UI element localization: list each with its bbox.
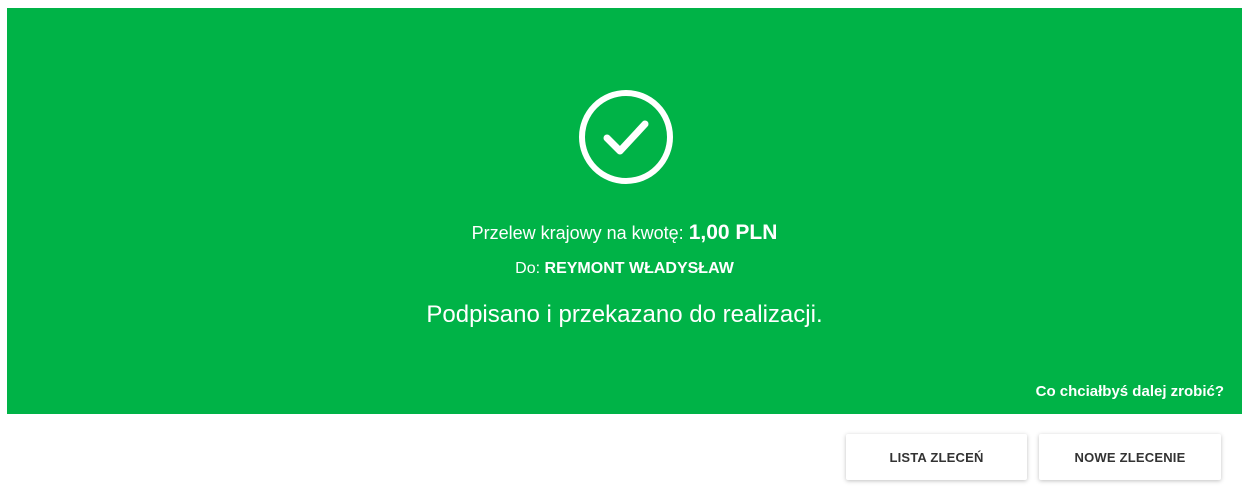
new-order-button[interactable]: NOWE ZLECENIE [1039, 434, 1221, 480]
transfer-type-label: Przelew krajowy na kwotę: [471, 223, 684, 243]
order-list-button[interactable]: LISTA ZLECEŃ [846, 434, 1027, 480]
check-circle-icon [579, 90, 673, 184]
transfer-amount-line: Przelew krajowy na kwotę: 1,00 PLN [7, 220, 1242, 246]
transfer-confirmation-page: Przelew krajowy na kwotę: 1,00 PLN Do: R… [0, 0, 1245, 497]
success-banner: Przelew krajowy na kwotę: 1,00 PLN Do: R… [7, 8, 1242, 414]
transfer-amount: 1,00 PLN [688, 221, 778, 244]
recipient-line: Do: REYMONT WŁADYSŁAW [7, 258, 1242, 280]
recipient-name: REYMONT WŁADYSŁAW [544, 260, 734, 277]
recipient-label: Do: [515, 260, 541, 277]
status-message: Podpisano i przekazano do realizacji. [426, 301, 823, 328]
next-action-prompt: Co chciałbyś dalej zrobić? [1035, 383, 1224, 400]
